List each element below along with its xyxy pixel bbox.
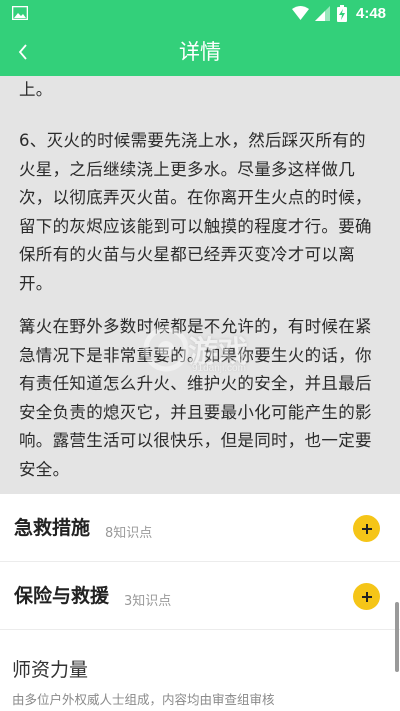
signal-icon: [315, 6, 330, 21]
app-bar: 详情: [0, 28, 400, 76]
faculty-subtitle: 由多位户外权威人士组成，内容均由审查组审核: [12, 692, 275, 707]
plus-icon: [361, 523, 372, 534]
article-paragraph: 篝火在野外多数时候都是不允许的，有时候在紧急情况下是非常重要的。如果你要生火的话…: [19, 317, 372, 479]
status-time: 4:48: [356, 5, 387, 22]
wifi-icon: [292, 6, 309, 20]
article-paragraph: 6、灭火的时候需要先浇上水，然后踩灭所有的火星，之后继续浇上更多水。尽量多这样做…: [19, 131, 372, 293]
section-row-insurance-rescue[interactable]: 保险与救援 3知识点: [0, 562, 400, 630]
section-count: 8知识点: [105, 526, 153, 541]
section-title: 保险与救援: [14, 585, 110, 607]
faculty-section[interactable]: 师资力量 由多位户外权威人士组成，内容均由审查组审核: [0, 630, 400, 711]
article-paragraph: 上。: [19, 80, 53, 99]
expand-button[interactable]: [353, 583, 380, 610]
battery-charging-icon: [337, 5, 347, 22]
section-count: 3知识点: [124, 594, 172, 609]
scrollbar-thumb[interactable]: [395, 602, 399, 672]
section-row-first-aid[interactable]: 急救措施 8知识点: [0, 494, 400, 562]
section-title: 急救措施: [14, 517, 91, 539]
page-title: 详情: [179, 40, 221, 64]
faculty-title: 师资力量: [12, 659, 89, 681]
chevron-left-icon: [18, 44, 27, 60]
gallery-icon: [12, 6, 28, 20]
knowledge-list: 急救措施 8知识点 保险与救援 3知识点 师资力量 由多位户外权威人士组成，内容…: [0, 494, 400, 711]
plus-icon: [361, 591, 372, 602]
article-content[interactable]: 上。 6、灭火的时候需要先浇上水，然后踩灭所有的火星，之后继续浇上更多水。尽量多…: [0, 76, 400, 494]
back-button[interactable]: [10, 38, 36, 66]
status-bar: 4:48: [0, 0, 400, 28]
expand-button[interactable]: [353, 515, 380, 542]
